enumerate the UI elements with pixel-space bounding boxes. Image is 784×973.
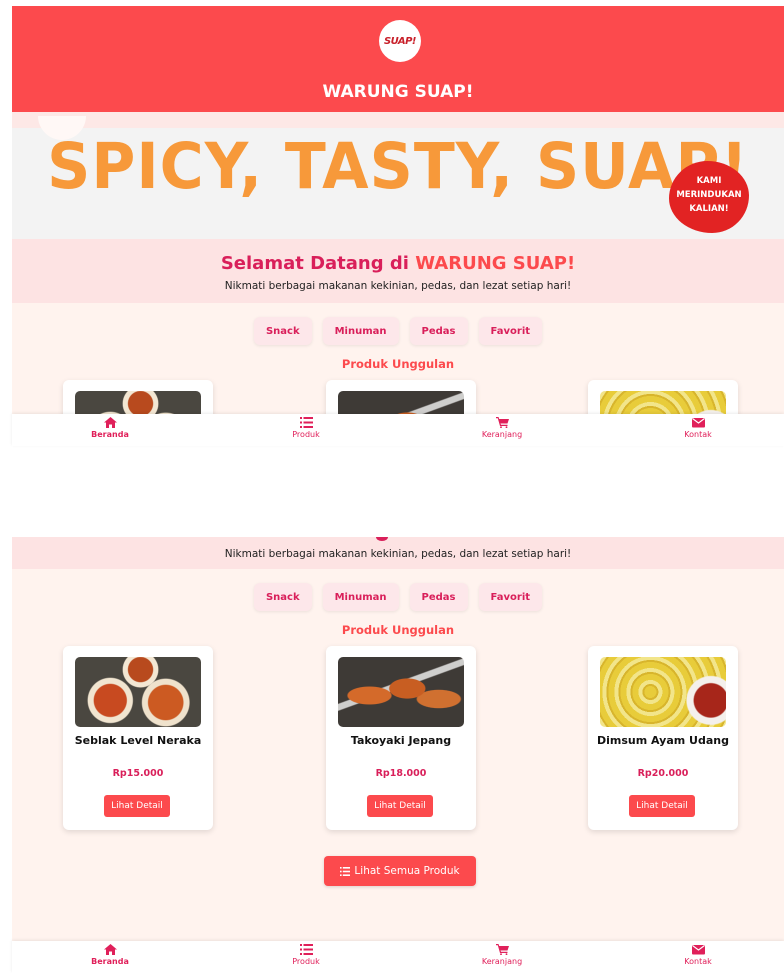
nav-label: Produk	[292, 430, 320, 439]
content-section: Snack Minuman Pedas Favorit Produk Unggu…	[12, 569, 784, 946]
category-favorit[interactable]: Favorit	[478, 317, 543, 345]
nav-label: Keranjang	[481, 430, 523, 439]
hero-banner: SPICY, TASTY, SUAP! KAMI MERINDUKAN KALI…	[12, 112, 784, 239]
top-viewport: SUAP! WARUNG SUAP! SPICY, TASTY, SUAP! K…	[12, 6, 784, 414]
dimsum-photo	[600, 391, 726, 414]
nav-keranjang[interactable]: Keranjang	[462, 944, 542, 966]
bottom-viewport: Nikmati berbagai makanan kekinian, pedas…	[12, 537, 784, 946]
welcome-title-prefix: Selamat Datang di	[220, 253, 409, 274]
welcome-subtitle: Nikmati berbagai makanan kekinian, pedas…	[224, 280, 572, 292]
nav-label: Kontak	[684, 957, 712, 966]
nav-label: Beranda	[91, 957, 129, 966]
product-cards: Seblak Level Neraka Rp15.000 Lihat Detai…	[12, 646, 784, 832]
list-icon	[299, 417, 313, 428]
product-price: Rp15.000	[112, 768, 164, 779]
site-header: SUAP! WARUNG SUAP!	[12, 6, 784, 112]
product-card[interactable]: Dimsum Ayam Udang Rp20.000 Lihat Detail	[588, 646, 738, 830]
product-card[interactable]: Seblak Level Neraka Rp15.000 Lihat Detai…	[63, 646, 213, 830]
all-products-button[interactable]: Lihat Semua Produk	[324, 856, 476, 886]
logo[interactable]: SUAP!	[379, 20, 421, 62]
detail-button[interactable]: Lihat Detail	[367, 795, 433, 817]
welcome-section: Nikmati berbagai makanan kekinian, pedas…	[12, 537, 784, 569]
list-icon	[299, 944, 313, 955]
nav-keranjang[interactable]: Keranjang	[462, 417, 542, 439]
detail-button[interactable]: Lihat Detail	[104, 795, 170, 817]
product-name: Seblak Level Neraka	[74, 734, 202, 747]
home-icon	[103, 417, 117, 428]
product-name: Dimsum Ayam Udang	[597, 734, 729, 747]
category-snack[interactable]: Snack	[253, 317, 312, 345]
category-snack[interactable]: Snack	[253, 583, 312, 611]
nav-label: Kontak	[684, 430, 712, 439]
nav-produk[interactable]: Produk	[266, 944, 346, 966]
product-price: Rp18.000	[375, 768, 427, 779]
banner-sticker: KAMI MERINDUKAN KALIAN!	[669, 161, 749, 233]
featured-title: Produk Unggulan	[341, 623, 455, 637]
product-card[interactable]	[588, 380, 738, 414]
nav-produk[interactable]: Produk	[266, 417, 346, 439]
category-bar: Snack Minuman Pedas Favorit	[12, 583, 784, 611]
nav-label: Produk	[292, 957, 320, 966]
mail-icon	[691, 945, 705, 955]
product-price: Rp20.000	[637, 768, 689, 779]
detail-button[interactable]: Lihat Detail	[629, 795, 695, 817]
banner-edge	[12, 112, 784, 128]
bottom-nav: Beranda Produk Keranjang Kontak	[12, 941, 784, 973]
content-section: Snack Minuman Pedas Favorit Produk Unggu…	[12, 303, 784, 414]
category-favorit[interactable]: Favorit	[478, 583, 543, 611]
takoyaki-photo	[338, 657, 464, 727]
bottom-nav: Beranda Produk Keranjang Kontak	[12, 414, 784, 446]
cart-icon	[495, 944, 509, 955]
product-name: Takoyaki Jepang	[350, 734, 452, 747]
logo-text: SUAP!	[383, 35, 417, 47]
list-icon	[340, 866, 351, 876]
banner-slogan: SPICY, TASTY, SUAP!	[47, 130, 749, 204]
welcome-title-brand: WARUNG SUAP!	[415, 253, 576, 274]
welcome-title: Selamat Datang di WARUNG SUAP!	[12, 239, 784, 274]
category-minuman[interactable]: Minuman	[322, 317, 399, 345]
home-icon	[103, 944, 117, 955]
product-card[interactable]: Takoyaki Jepang Rp18.000 Lihat Detail	[326, 646, 476, 830]
nav-beranda[interactable]: Beranda	[70, 944, 150, 966]
page: SUAP! WARUNG SUAP! SPICY, TASTY, SUAP! K…	[0, 0, 784, 973]
sticker-text: KAMI MERINDUKAN KALIAN!	[676, 176, 742, 214]
nav-label: Keranjang	[481, 957, 523, 966]
nav-beranda[interactable]: Beranda	[70, 417, 150, 439]
product-card[interactable]	[63, 380, 213, 414]
all-products-label: Lihat Semua Produk	[354, 865, 460, 877]
nav-kontak[interactable]: Kontak	[658, 417, 738, 439]
cart-icon	[495, 417, 509, 428]
seblak-photo	[75, 657, 201, 727]
category-pedas[interactable]: Pedas	[409, 317, 468, 345]
category-minuman[interactable]: Minuman	[322, 583, 399, 611]
dimsum-photo	[600, 657, 726, 727]
featured-title: Produk Unggulan	[341, 357, 455, 371]
product-card[interactable]	[326, 380, 476, 414]
nav-label: Beranda	[91, 430, 129, 439]
seblak-photo	[75, 391, 201, 414]
welcome-subtitle: Nikmati berbagai makanan kekinian, pedas…	[224, 548, 572, 560]
welcome-section: Selamat Datang di WARUNG SUAP! Nikmati b…	[12, 239, 784, 303]
product-cards	[12, 380, 784, 414]
mail-icon	[691, 418, 705, 428]
site-title: WARUNG SUAP!	[322, 82, 474, 102]
nav-kontak[interactable]: Kontak	[658, 944, 738, 966]
takoyaki-photo	[338, 391, 464, 414]
category-pedas[interactable]: Pedas	[409, 583, 468, 611]
category-bar: Snack Minuman Pedas Favorit	[12, 317, 784, 345]
